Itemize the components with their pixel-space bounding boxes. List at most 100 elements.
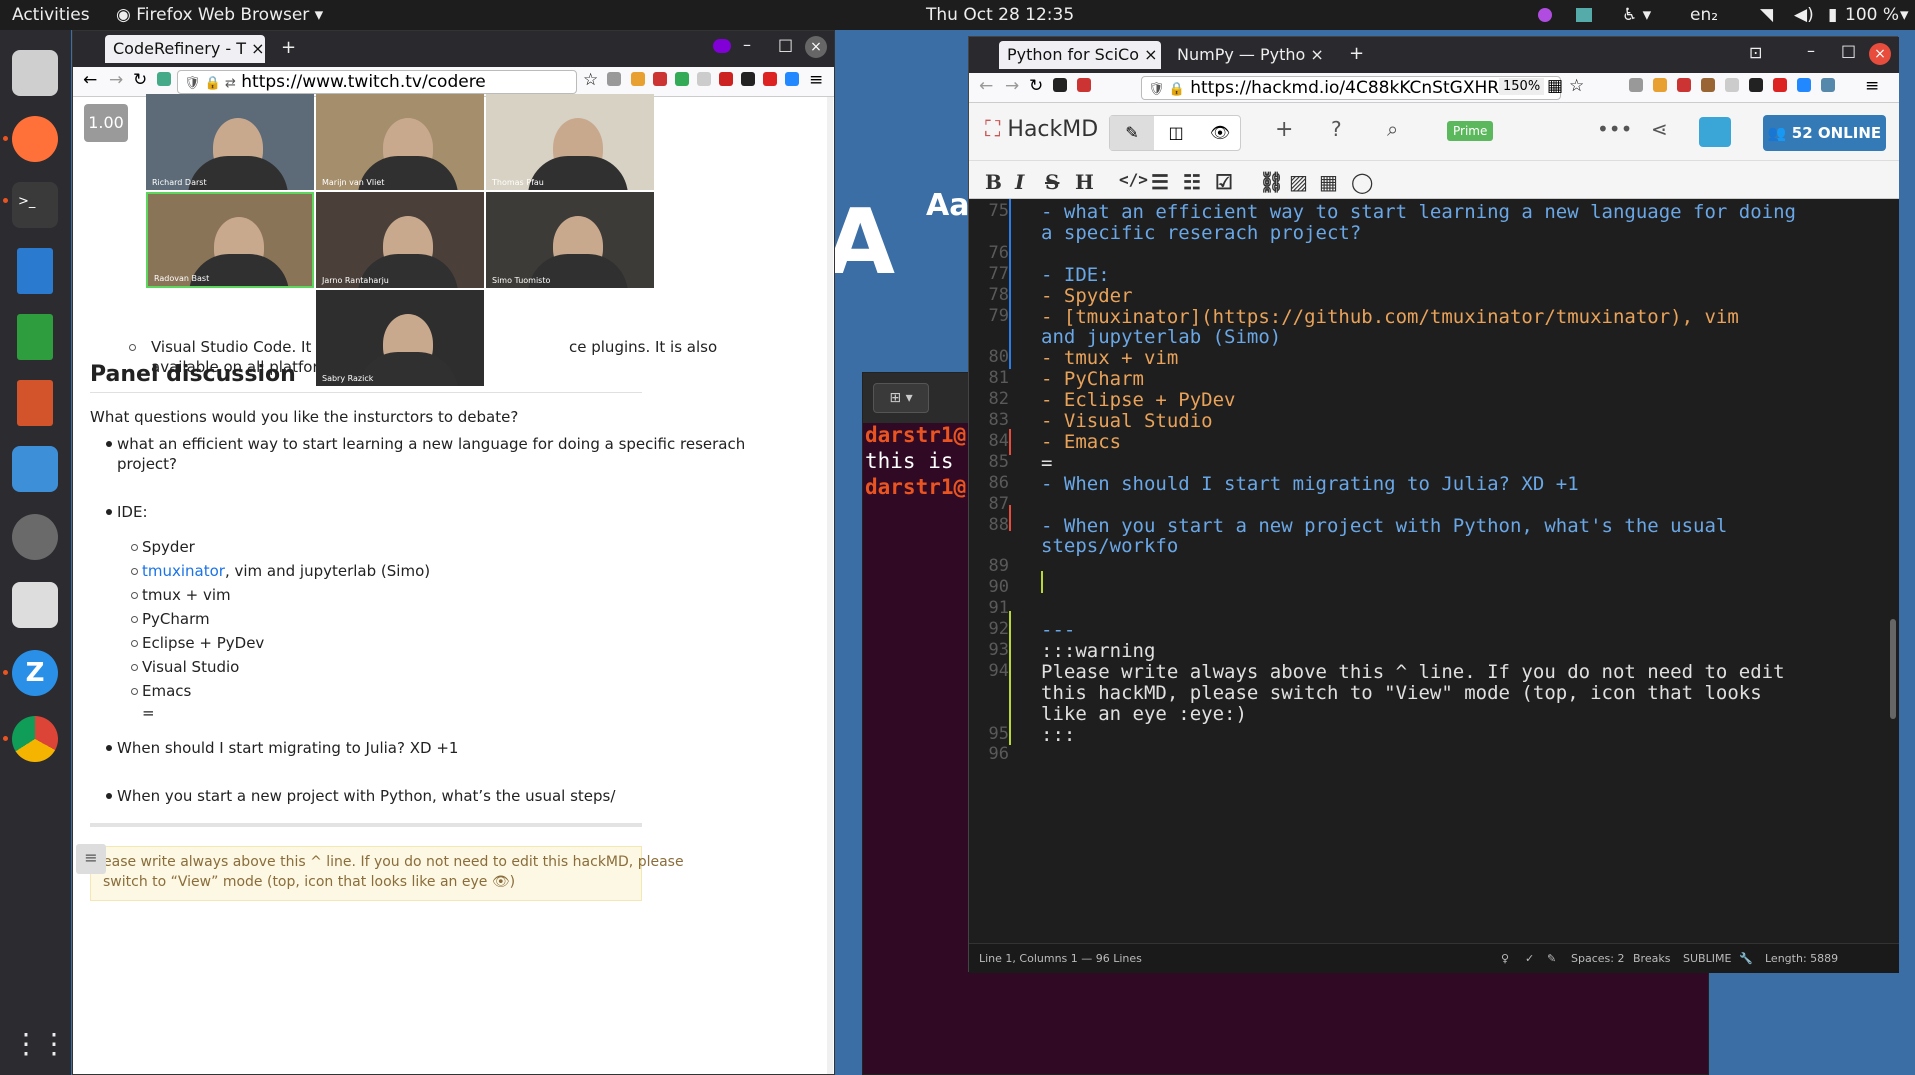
app-menu[interactable]: ◉ Firefox Web Browser ▾ bbox=[116, 5, 323, 25]
bookmark-star-icon[interactable]: ☆ bbox=[583, 70, 598, 90]
wrench-icon[interactable]: 🔧 bbox=[1739, 952, 1753, 965]
table-icon[interactable]: ▦ bbox=[1319, 170, 1338, 194]
ext-icon[interactable] bbox=[1821, 78, 1835, 92]
tab-python-scicomp[interactable]: Python for SciCo × bbox=[999, 41, 1161, 69]
online-users-button[interactable]: 👥 52 ONLINE bbox=[1763, 115, 1886, 151]
ext-icon[interactable] bbox=[631, 72, 645, 86]
both-mode-icon[interactable]: ◫ bbox=[1154, 116, 1198, 150]
tab-numpy[interactable]: NumPy — Pytho × bbox=[1177, 45, 1324, 64]
extension-icon[interactable] bbox=[1053, 78, 1067, 92]
cursor-icon[interactable] bbox=[785, 72, 799, 86]
pocket-icon[interactable] bbox=[1629, 78, 1643, 92]
ext-icon[interactable] bbox=[1677, 78, 1691, 92]
avatar[interactable] bbox=[1699, 117, 1731, 147]
lock-icon[interactable]: ♀ bbox=[1501, 952, 1509, 965]
video-tile[interactable]: Richard Darst bbox=[146, 94, 314, 190]
tray-app-icon[interactable] bbox=[1576, 8, 1592, 22]
files-icon[interactable] bbox=[12, 50, 58, 96]
editor-scrollbar[interactable] bbox=[1890, 619, 1896, 719]
new-tab-button[interactable]: + bbox=[281, 37, 296, 58]
grid-icon[interactable]: ▦ bbox=[1547, 76, 1563, 96]
scrollbar[interactable] bbox=[827, 97, 833, 1074]
edit-mode-icon[interactable]: ✎ bbox=[1110, 116, 1154, 150]
ext-icon[interactable] bbox=[741, 72, 755, 86]
url-bar[interactable]: 🛡 🔒 ⇄ https://www.twitch.tv/codere bbox=[177, 70, 577, 94]
search-icon[interactable]: ⌕ bbox=[1387, 117, 1398, 141]
pocket-icon[interactable] bbox=[607, 72, 621, 86]
settings-icon[interactable] bbox=[12, 514, 58, 560]
help-icon[interactable]: ? bbox=[1331, 117, 1342, 141]
firefox-icon[interactable] bbox=[12, 116, 58, 162]
link-icon[interactable]: ⛓ bbox=[1259, 170, 1284, 194]
back-icon[interactable]: ← bbox=[83, 70, 97, 90]
check-icon[interactable]: ✓ bbox=[1525, 952, 1534, 965]
forward-icon[interactable]: → bbox=[1005, 76, 1019, 96]
ext-icon[interactable] bbox=[1749, 78, 1763, 92]
brush-icon[interactable]: ✎ bbox=[1547, 952, 1556, 965]
extension-icon[interactable] bbox=[1077, 78, 1091, 92]
tmuxinator-link[interactable]: tmuxinator bbox=[142, 562, 225, 580]
accessibility-icon[interactable]: ♿ ▾ bbox=[1622, 5, 1651, 25]
hackmd-logo[interactable]: ⛶ HackMD bbox=[985, 117, 1098, 142]
new-tab-icon[interactable]: ⊞ ▾ bbox=[873, 383, 929, 413]
tray-color-icon[interactable] bbox=[1538, 8, 1552, 22]
cursor-icon[interactable] bbox=[1797, 78, 1811, 92]
video-tile[interactable]: Sabry Razick bbox=[316, 290, 484, 386]
bookmark-star-icon[interactable]: ☆ bbox=[1569, 76, 1584, 96]
video-tile[interactable]: Marijn van Vliet bbox=[316, 94, 484, 190]
italic-button[interactable]: I bbox=[1015, 170, 1024, 194]
ext-icon[interactable] bbox=[1701, 78, 1715, 92]
image-icon[interactable]: ▨ bbox=[1289, 170, 1308, 194]
video-tile[interactable]: Radovan Bast bbox=[146, 192, 314, 288]
back-icon[interactable]: ← bbox=[979, 76, 993, 96]
tab-coderefinery[interactable]: CodeRefinery - T × bbox=[105, 35, 265, 63]
ext-icon[interactable] bbox=[697, 72, 711, 86]
spaces-setting[interactable]: Spaces: 2 bbox=[1571, 952, 1624, 965]
close-button[interactable]: × bbox=[1869, 43, 1891, 65]
new-tab-button[interactable]: + bbox=[1349, 43, 1364, 64]
url-bar[interactable]: 🛡 🔒 https://hackmd.io/4C88kKCnStGXHR bbox=[1141, 76, 1561, 100]
more-icon[interactable]: ••• bbox=[1597, 117, 1632, 141]
ext-icon[interactable] bbox=[719, 72, 733, 86]
ext-icon[interactable] bbox=[653, 72, 667, 86]
bullet-list-icon[interactable]: ☰ bbox=[1151, 170, 1169, 194]
code-icon[interactable]: </> bbox=[1119, 170, 1148, 189]
breaks-setting[interactable]: Breaks bbox=[1633, 952, 1670, 965]
video-tile[interactable]: Thomas Pfau bbox=[486, 94, 654, 190]
clock[interactable]: Thu Oct 28 12:35 bbox=[926, 5, 1074, 25]
checkbox-icon[interactable]: ☑ bbox=[1215, 170, 1233, 194]
volume-icon[interactable]: ◀) bbox=[1794, 5, 1814, 25]
reload-icon[interactable]: ↻ bbox=[133, 70, 147, 90]
battery-icon[interactable]: ▮ bbox=[1828, 5, 1837, 25]
new-note-icon[interactable]: + bbox=[1275, 117, 1293, 142]
language-indicator[interactable]: en₂ bbox=[1690, 5, 1718, 25]
maximize-button[interactable]: □ bbox=[778, 35, 793, 54]
comment-icon[interactable]: ◯ bbox=[1351, 170, 1373, 194]
prime-badge[interactable]: Prime bbox=[1447, 121, 1494, 141]
terminal-icon[interactable]: >_ bbox=[12, 182, 58, 228]
share-icon[interactable]: ⋖ bbox=[1651, 117, 1668, 141]
bold-button[interactable]: B bbox=[985, 170, 1002, 194]
view-mode-eye-icon[interactable]: 👁 bbox=[1198, 116, 1242, 150]
minimize-button[interactable]: – bbox=[1807, 41, 1815, 60]
private-mask-icon[interactable] bbox=[713, 39, 731, 53]
reload-icon[interactable]: ↻ bbox=[1029, 76, 1043, 96]
ext-icon[interactable] bbox=[675, 72, 689, 86]
writer-icon[interactable] bbox=[17, 248, 53, 294]
zoom-indicator[interactable]: 150% bbox=[1499, 78, 1545, 95]
system-menu-icon[interactable]: ▾ bbox=[1900, 5, 1909, 25]
menu-icon[interactable]: ≡ bbox=[1865, 76, 1879, 96]
show-apps-icon[interactable]: ⋮⋮⋮ bbox=[12, 1022, 96, 1068]
numbered-list-icon[interactable]: ☷ bbox=[1183, 170, 1201, 194]
ext-icon[interactable] bbox=[1725, 78, 1739, 92]
keymap-setting[interactable]: SUBLIME bbox=[1683, 952, 1731, 965]
zulip-icon[interactable]: Z bbox=[12, 650, 58, 696]
calc-icon[interactable] bbox=[17, 314, 53, 360]
software-icon[interactable] bbox=[12, 446, 58, 492]
video-tile[interactable]: Simo Tuomisto bbox=[486, 192, 654, 288]
extension-icon[interactable] bbox=[157, 72, 171, 86]
heading-button[interactable]: H bbox=[1075, 170, 1094, 194]
maximize-button[interactable]: □ bbox=[1841, 41, 1856, 60]
wifi-icon[interactable]: ◥ bbox=[1760, 5, 1773, 25]
toc-button[interactable]: ≡ bbox=[76, 844, 106, 874]
